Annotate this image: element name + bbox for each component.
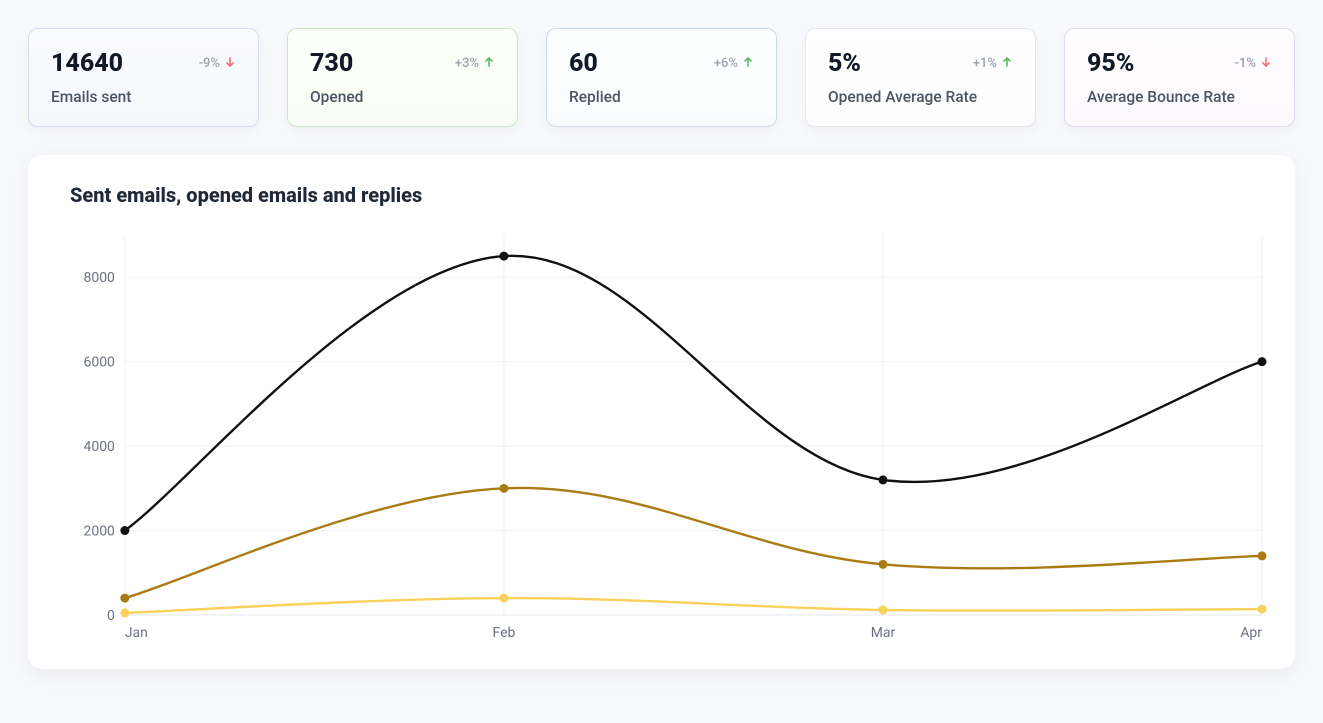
series-line [125,256,1262,531]
stat-card-label: Opened Average Rate [828,88,1013,106]
stat-card: 60 +6% Replied [546,28,777,127]
svg-text:0: 0 [107,608,115,624]
data-point [499,594,508,603]
stat-card-value: 95% [1087,49,1134,78]
arrow-down-icon [224,56,236,72]
stat-card-value: 14640 [51,49,123,78]
data-point [120,608,129,617]
arrow-down-icon [1260,56,1272,72]
stat-card-label: Opened [310,88,495,106]
svg-text:Apr: Apr [1240,625,1262,641]
data-point [878,605,887,614]
data-point [1258,551,1267,560]
stat-card-delta: -9% [199,56,236,72]
svg-text:Feb: Feb [493,625,516,641]
svg-text:Mar: Mar [871,625,896,641]
stat-card-value: 730 [310,49,353,78]
data-point [120,526,129,535]
data-point [878,475,887,484]
stat-card-label: Average Bounce Rate [1087,88,1272,106]
chart-panel: Sent emails, opened emails and replies 0… [28,155,1295,669]
arrow-up-icon [483,56,495,72]
svg-text:4000: 4000 [84,439,116,455]
stat-card: 730 +3% Opened [287,28,518,127]
data-point [499,252,508,261]
stat-card-delta: -1% [1235,56,1272,72]
arrow-up-icon [742,56,754,72]
line-chart: 0 2000 4000 6000 8000 Jan Feb Mar Apr [70,225,1267,645]
stat-card-delta: +1% [973,56,1013,72]
svg-text:2000: 2000 [84,524,116,540]
data-point [1258,357,1267,366]
svg-text:6000: 6000 [84,355,116,371]
chart-area: 0 2000 4000 6000 8000 Jan Feb Mar Apr [70,225,1267,645]
arrow-up-icon [1001,56,1013,72]
stat-card-delta: +6% [714,56,754,72]
data-point [878,560,887,569]
data-point [1258,605,1267,614]
stat-card-delta: +3% [455,56,495,72]
stat-card: 5% +1% Opened Average Rate [805,28,1036,127]
stat-card-label: Emails sent [51,88,236,106]
stat-card: 95% -1% Average Bounce Rate [1064,28,1295,127]
series-line [125,598,1262,613]
stat-cards-container: 14640 -9% Emails sent 730 +3% Opened 60 +6% Repl… [28,28,1295,127]
series-line [125,488,1262,598]
data-point [499,484,508,493]
chart-title: Sent emails, opened emails and replies [70,183,1267,207]
stat-card-label: Replied [569,88,754,106]
stat-card-value: 5% [828,49,861,78]
data-point [120,594,129,603]
stat-card-value: 60 [569,49,598,78]
stat-card: 14640 -9% Emails sent [28,28,259,127]
svg-text:8000: 8000 [84,270,116,286]
svg-text:Jan: Jan [125,625,148,641]
